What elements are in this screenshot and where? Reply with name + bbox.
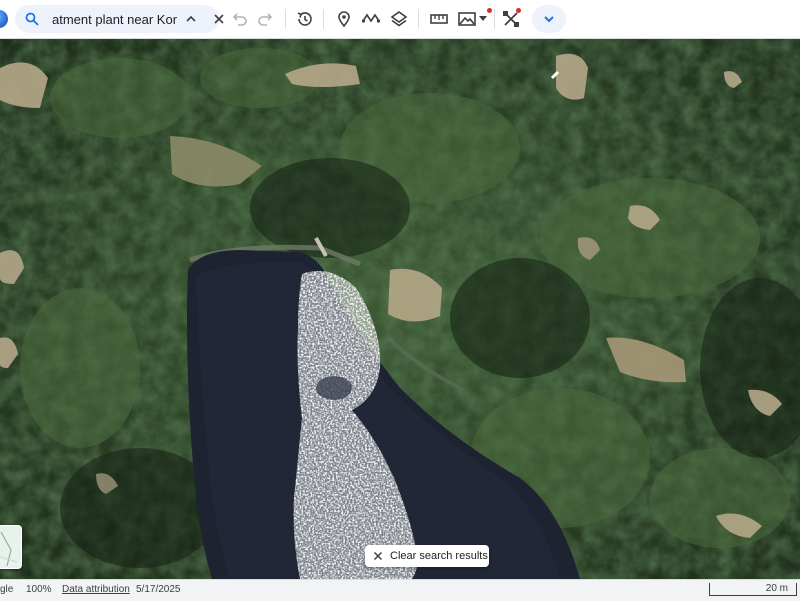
close-icon[interactable] <box>213 13 225 25</box>
caret-down-icon[interactable] <box>479 16 487 22</box>
redo-icon <box>258 13 273 26</box>
toolbar-divider <box>494 9 495 29</box>
undo-button[interactable] <box>229 9 249 29</box>
imagery-date: 5/17/2025 <box>136 584 181 595</box>
undo-icon <box>232 13 247 26</box>
chevron-up-icon[interactable] <box>185 13 197 25</box>
ruler-icon <box>430 14 448 24</box>
search-box[interactable] <box>15 5 224 33</box>
map-style-button[interactable] <box>457 9 477 29</box>
add-path-button[interactable] <box>361 9 381 29</box>
search-icon <box>25 12 39 26</box>
minimap-icon <box>0 531 18 567</box>
satellite-map[interactable] <box>0 38 800 579</box>
scale-bar: 20 m <box>709 583 797 596</box>
scale-label: 20 m <box>765 583 788 594</box>
top-toolbar <box>0 0 800 39</box>
clear-search-label: Clear search results <box>390 550 488 562</box>
close-icon <box>373 551 383 561</box>
zoom-level: 100% <box>26 584 52 595</box>
layers-button[interactable] <box>389 9 409 29</box>
placemark-icon <box>338 11 350 28</box>
expand-toolbar-button[interactable] <box>532 5 566 33</box>
map-thumbnail[interactable] <box>0 525 22 569</box>
status-bar: gle 100% Data attribution 5/17/2025 20 m <box>0 579 800 601</box>
satellite-imagery <box>0 38 800 579</box>
measure-button[interactable] <box>429 9 449 29</box>
redo-button[interactable] <box>256 9 276 29</box>
earth-logo-icon[interactable] <box>0 10 8 28</box>
brand-label: gle <box>0 584 14 595</box>
data-attribution-link[interactable]: Data attribution <box>62 580 130 600</box>
add-placemark-button[interactable] <box>334 9 354 29</box>
mountain-icon <box>458 12 476 26</box>
notification-dot <box>516 8 521 13</box>
toolbar-divider <box>418 9 419 29</box>
historical-imagery-button[interactable] <box>295 9 315 29</box>
notification-dot <box>487 8 492 13</box>
path-icon <box>361 13 381 23</box>
toolbar-divider <box>323 9 324 29</box>
layers-icon <box>390 11 408 27</box>
search-input[interactable] <box>52 10 180 28</box>
clear-search-results-button[interactable]: Clear search results <box>365 545 489 567</box>
toolbar-divider <box>285 9 286 29</box>
chevron-down-icon <box>544 16 554 23</box>
history-icon <box>297 12 312 26</box>
